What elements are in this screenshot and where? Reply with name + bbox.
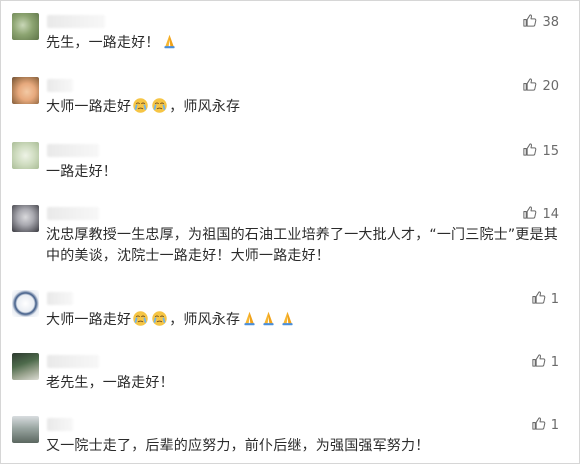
comment-text: 老先生，一路走好！ [46,375,174,391]
like-count: 1 [550,354,559,370]
pray-emoji-icon [161,33,178,50]
thumbs-up-icon [522,205,537,224]
avatar[interactable] [12,13,39,40]
crying-emoji-icon [132,310,149,327]
comment-text: 先生，一路走好！ [46,33,566,54]
like-button[interactable]: 1 [531,290,559,308]
like-count: 20 [542,78,559,94]
thumbs-up-icon [522,142,537,161]
thumbs-up-icon [522,77,537,96]
avatar[interactable] [12,353,39,380]
commenter-name[interactable] [47,418,73,431]
comments-panel: 先生，一路走好！ 38 大师一路走好 ，师风永存 20 一路走好！ 15 沈忠厚… [0,0,580,464]
comment-text: 大师一路走好 ，师风永存 [46,310,566,331]
commenter-name[interactable] [47,79,73,92]
like-button[interactable]: 15 [522,142,559,160]
like-button[interactable]: 14 [522,205,559,223]
commenter-name[interactable] [47,292,73,305]
commenter-name[interactable] [47,15,105,28]
crying-emoji-icon [132,97,149,114]
pray-emoji-icon [279,310,296,327]
commenter-name[interactable] [47,355,99,368]
like-count: 1 [550,291,559,307]
thumbs-up-icon [531,353,546,372]
avatar[interactable] [12,290,39,317]
commenter-name[interactable] [47,144,99,157]
crying-emoji-icon [151,310,168,327]
like-button[interactable]: 1 [531,416,559,434]
like-button[interactable]: 38 [522,13,559,31]
avatar[interactable] [12,416,39,443]
thumbs-up-icon [531,416,546,435]
comment-text: 大师一路走好 ，师风永存 [46,97,241,115]
avatar[interactable] [12,77,39,104]
like-button[interactable]: 1 [531,353,559,371]
comment-text: 沈忠厚教授一生忠厚，为祖国的石油工业培养了一大批人才，“一门三院士”更是其中的美… [46,227,558,264]
like-count: 38 [542,14,559,30]
comment-text: 一路走好！ [46,164,117,180]
like-count: 14 [542,206,559,222]
avatar[interactable] [12,205,39,232]
like-button[interactable]: 20 [522,77,559,95]
thumbs-up-icon [522,13,537,32]
avatar[interactable] [12,142,39,169]
commenter-name[interactable] [47,207,99,220]
crying-emoji-icon [151,97,168,114]
thumbs-up-icon [531,290,546,309]
pray-emoji-icon [241,310,258,327]
pray-emoji-icon [260,310,277,327]
like-count: 1 [550,417,559,433]
like-count: 15 [542,143,559,159]
comment-text: 又一院士走了，后辈的应努力，前仆后继，为强国强军努力！ [46,438,430,454]
